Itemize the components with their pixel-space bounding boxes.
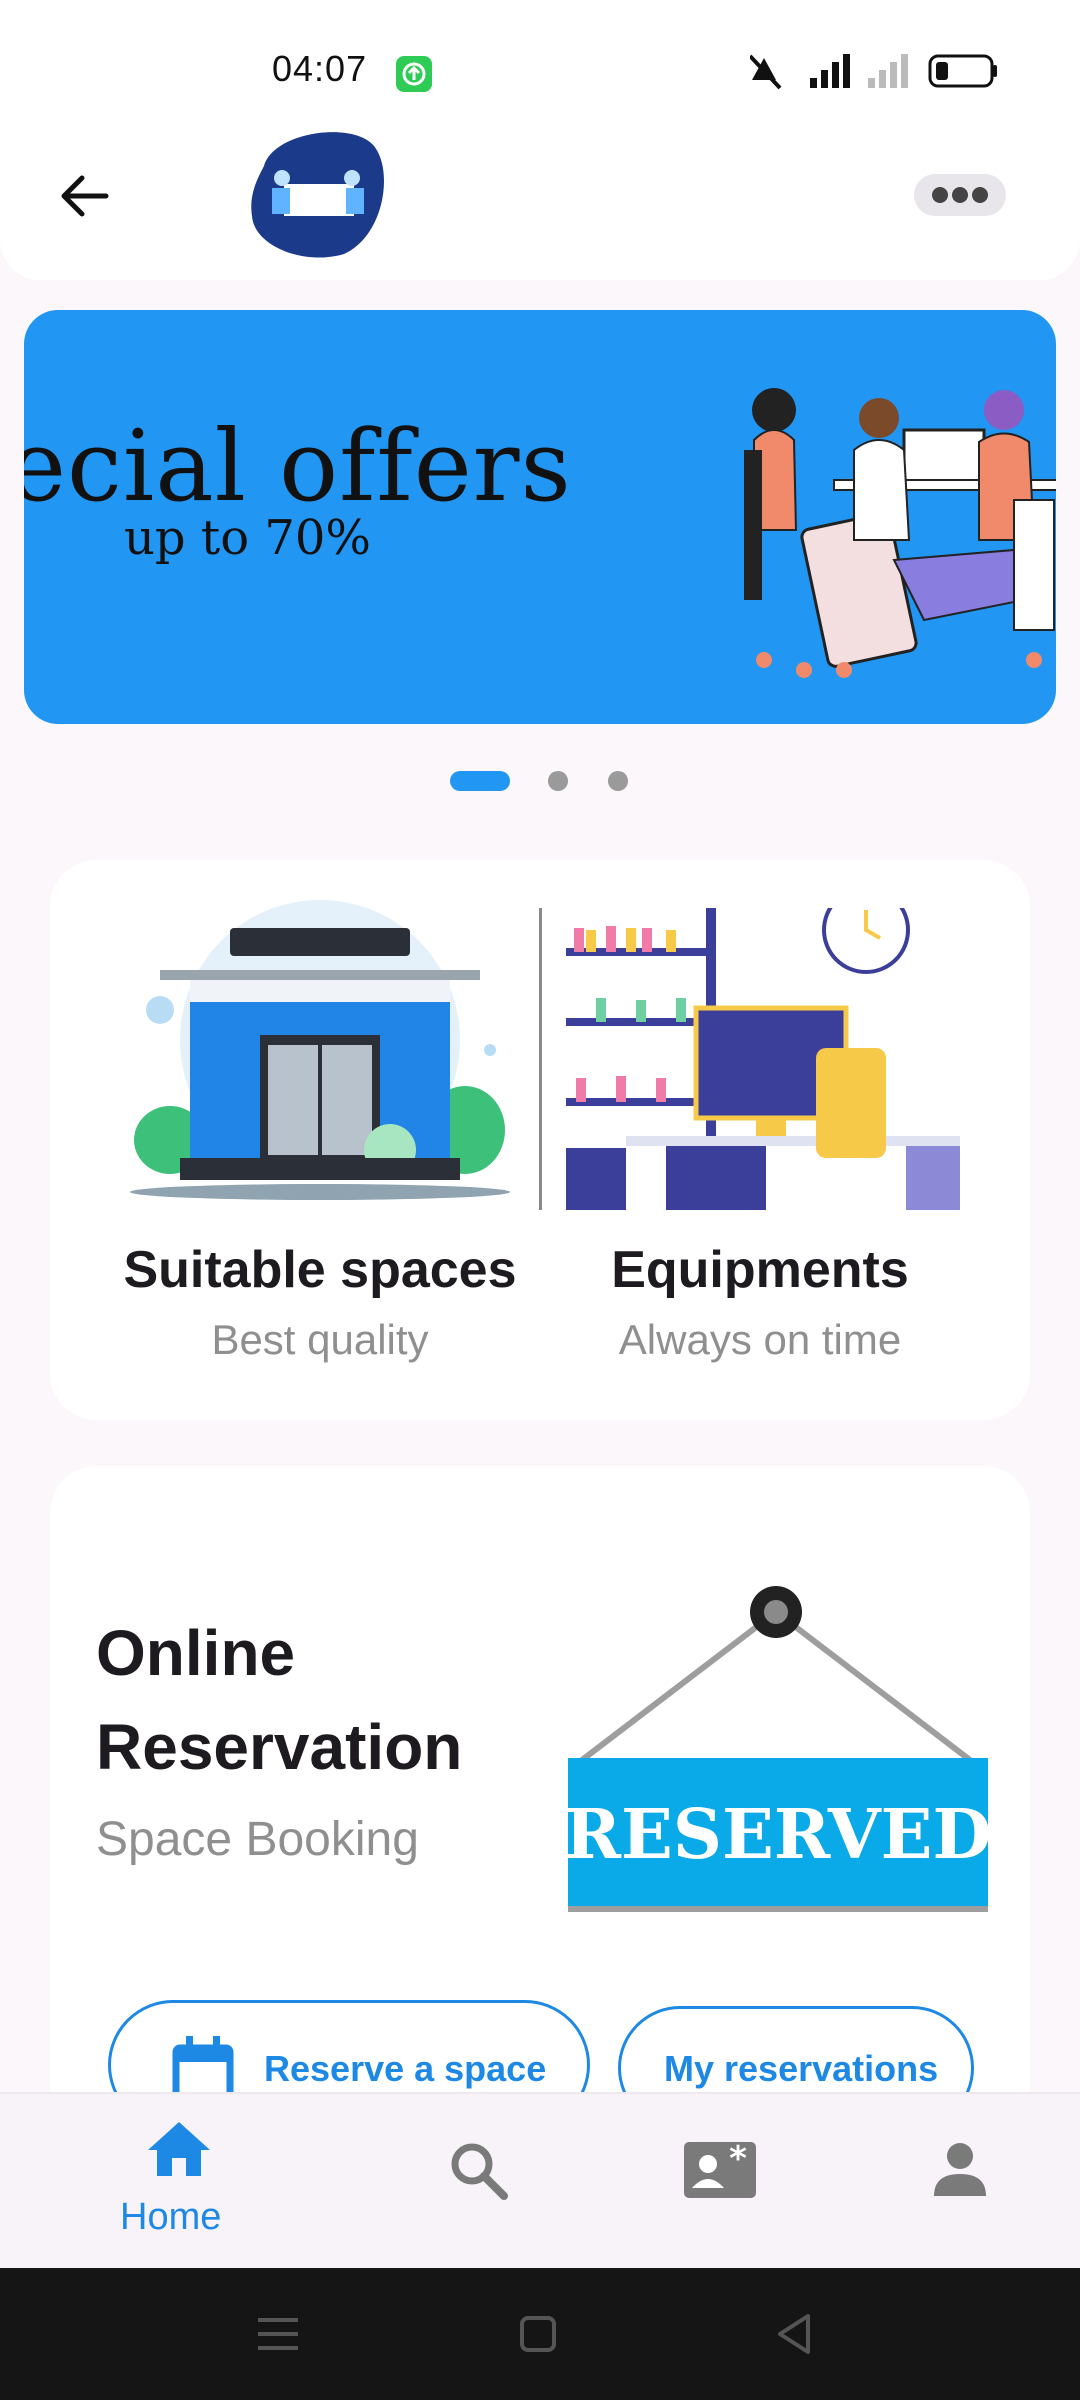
banner-subtitle: up to 70% <box>124 510 372 566</box>
mute-icon <box>750 54 782 90</box>
back-button[interactable] <box>46 158 124 236</box>
battery-icon <box>928 54 997 88</box>
upload-notification-icon <box>396 56 432 92</box>
special-offers-banner[interactable]: ecial offers up to 70% <box>24 310 1056 724</box>
arrow-left-icon <box>61 175 109 217</box>
coworking-people-illustration <box>744 388 1056 678</box>
carousel-dot[interactable] <box>608 771 628 791</box>
signal-2-icon <box>868 54 908 88</box>
reservation-subtitle: Space Booking <box>96 1813 419 1866</box>
contact-card-icon[interactable]: * <box>682 2140 758 2200</box>
more-dots-icon <box>932 187 988 203</box>
recent-apps-icon[interactable] <box>256 2316 300 2352</box>
system-back-icon[interactable] <box>776 2312 812 2356</box>
feature-subtitle-spaces: Best quality <box>211 1316 429 1363</box>
sign-text: RESERVED <box>565 1795 988 1875</box>
status-time: 04:07 <box>272 48 368 89</box>
signal-icon <box>810 54 850 88</box>
reserve-space-button-label: Reserve a space <box>264 2048 547 2089</box>
nav-home-label[interactable]: Home <box>120 2196 221 2239</box>
coworking-hub-logo <box>244 126 392 262</box>
reservation-title: Online Reservation <box>96 1617 463 1783</box>
my-reservations-button-label: My reservations <box>664 2048 939 2089</box>
office-equipment-illustration <box>566 908 960 1210</box>
more-options-button[interactable] <box>914 174 1006 216</box>
reserved-sign-illustration: RESERVED <box>565 1586 988 1912</box>
status-icons <box>750 54 997 90</box>
search-icon[interactable] <box>448 2140 508 2200</box>
feature-title-equipments: Equipments <box>611 1241 909 1299</box>
svg-text:*: * <box>729 2140 747 2179</box>
home-icon[interactable] <box>146 2118 212 2178</box>
carousel-dot-active[interactable] <box>450 771 510 791</box>
feature-title-spaces: Suitable spaces <box>123 1241 517 1299</box>
storefront-illustration <box>130 900 510 1200</box>
carousel-dot[interactable] <box>548 771 568 791</box>
feature-subtitle-equipments: Always on time <box>618 1316 902 1363</box>
system-home-icon[interactable] <box>518 2314 558 2354</box>
banner-title: ecial offers <box>24 410 572 524</box>
person-icon[interactable] <box>930 2140 990 2200</box>
feature-divider <box>539 908 542 1210</box>
